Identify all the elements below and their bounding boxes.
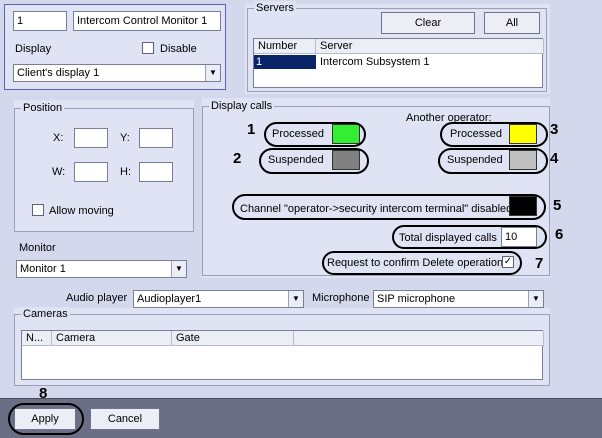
annotation-marker-2: 2 xyxy=(233,150,242,167)
servers-panel: Servers Clear All Number Server 1 Interc… xyxy=(245,1,550,94)
x-label: X: xyxy=(53,132,64,144)
annotation-oval-channel xyxy=(232,194,546,220)
chevron-down-icon[interactable]: ▼ xyxy=(205,65,220,81)
cameras-column-camera[interactable]: Camera xyxy=(52,331,172,346)
audio-player-select[interactable]: Audioplayer1 ▼ xyxy=(133,290,304,308)
microphone-value: SIP microphone xyxy=(377,293,456,305)
position-panel: Position X: Y: W: H: Allow moving xyxy=(14,100,194,232)
annotation-oval-confirm xyxy=(322,251,522,275)
clear-button[interactable]: Clear xyxy=(381,12,475,34)
annotation-marker-5: 5 xyxy=(553,197,562,214)
display-select-value: Client's display 1 xyxy=(17,67,100,79)
y-field[interactable] xyxy=(139,128,173,148)
servers-column-server[interactable]: Server xyxy=(316,39,544,54)
servers-cell-server: Intercom Subsystem 1 xyxy=(320,56,430,68)
annotation-oval-other-suspended xyxy=(438,148,548,174)
annotation-oval-apply xyxy=(8,403,84,435)
display-calls-title: Display calls xyxy=(209,99,275,113)
microphone-label: Microphone xyxy=(312,292,370,304)
servers-table[interactable]: Number Server 1 Intercom Subsystem 1 xyxy=(253,38,544,88)
display-label: Display xyxy=(15,43,52,55)
position-title: Position xyxy=(21,101,65,115)
annotation-marker-4: 4 xyxy=(550,150,559,167)
annotation-oval-processed xyxy=(264,122,366,147)
y-label: Y: xyxy=(120,132,130,144)
cameras-column-number[interactable]: N... xyxy=(22,331,52,346)
annotation-oval-suspended xyxy=(259,148,369,174)
cancel-button[interactable]: Cancel xyxy=(90,408,160,430)
cameras-panel: Cameras N... Camera Gate xyxy=(14,307,550,386)
audio-player-label: Audio player xyxy=(66,292,128,304)
cameras-title: Cameras xyxy=(21,307,70,321)
monitor-label: Monitor xyxy=(19,242,56,254)
disable-label: Disable xyxy=(160,43,197,55)
annotation-marker-6: 6 xyxy=(555,226,564,243)
chevron-down-icon[interactable]: ▼ xyxy=(171,261,186,277)
cameras-column-filler xyxy=(294,331,544,346)
cameras-table[interactable]: N... Camera Gate xyxy=(21,330,544,380)
chevron-down-icon[interactable]: ▼ xyxy=(288,291,303,307)
x-field[interactable] xyxy=(74,128,108,148)
annotation-oval-total xyxy=(392,225,547,249)
annotation-oval-other-processed xyxy=(440,122,548,147)
id-field[interactable]: 1 xyxy=(13,11,67,31)
w-field[interactable] xyxy=(74,162,108,182)
microphone-select[interactable]: SIP microphone ▼ xyxy=(373,290,544,308)
all-button[interactable]: All xyxy=(484,12,540,34)
name-field[interactable]: Intercom Control Monitor 1 xyxy=(73,11,221,31)
monitor-select-value: Monitor 1 xyxy=(20,263,66,275)
cameras-column-gate[interactable]: Gate xyxy=(172,331,294,346)
h-field[interactable] xyxy=(139,162,173,182)
disable-checkbox[interactable] xyxy=(142,42,154,54)
w-label: W: xyxy=(52,166,66,178)
annotation-marker-1: 1 xyxy=(247,121,256,138)
annotation-marker-8: 8 xyxy=(39,385,48,402)
table-row[interactable]: 1 Intercom Subsystem 1 xyxy=(254,55,544,69)
allow-moving-label: Allow moving xyxy=(49,205,114,217)
servers-column-number[interactable]: Number xyxy=(254,39,316,54)
h-label: H: xyxy=(120,166,131,178)
servers-title: Servers xyxy=(254,1,296,15)
allow-moving-checkbox[interactable] xyxy=(32,204,44,216)
monitor-select[interactable]: Monitor 1 ▼ xyxy=(16,260,187,278)
annotation-marker-7: 7 xyxy=(535,255,544,272)
display-select[interactable]: Client's display 1 ▼ xyxy=(13,64,221,82)
identity-panel: 1 Intercom Control Monitor 1 Display Dis… xyxy=(4,4,226,90)
audio-player-value: Audioplayer1 xyxy=(137,293,202,305)
chevron-down-icon[interactable]: ▼ xyxy=(528,291,543,307)
annotation-marker-3: 3 xyxy=(550,121,559,138)
servers-cell-number: 1 xyxy=(254,55,316,69)
